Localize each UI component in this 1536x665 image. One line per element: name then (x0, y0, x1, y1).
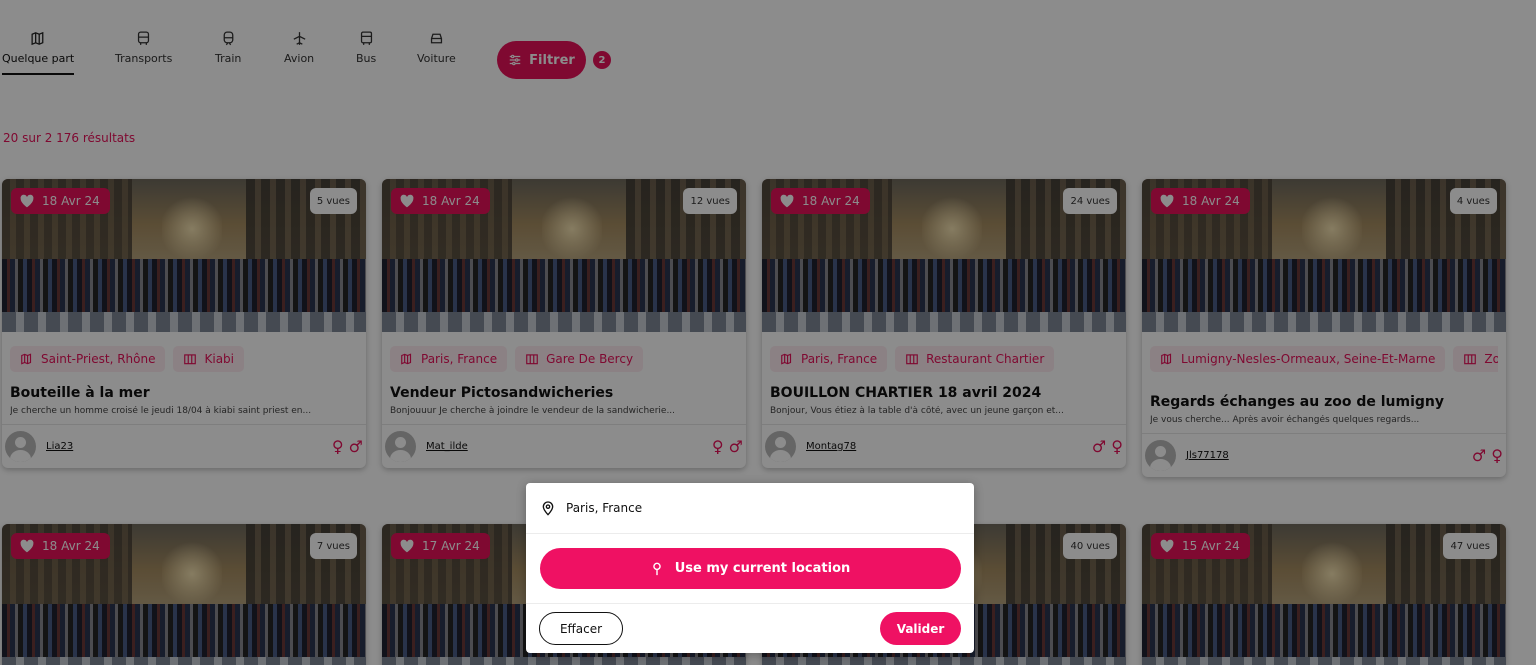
location-popup: Use my current location Effacer Valider (526, 483, 974, 653)
location-field[interactable] (526, 483, 974, 534)
validate-button[interactable]: Valider (880, 612, 961, 645)
clear-button[interactable]: Effacer (539, 612, 623, 645)
location-pin-icon (542, 501, 554, 516)
divider (526, 603, 974, 604)
location-input[interactable] (566, 501, 946, 515)
pin-icon (652, 562, 661, 575)
use-current-location-button[interactable]: Use my current location (540, 548, 961, 589)
